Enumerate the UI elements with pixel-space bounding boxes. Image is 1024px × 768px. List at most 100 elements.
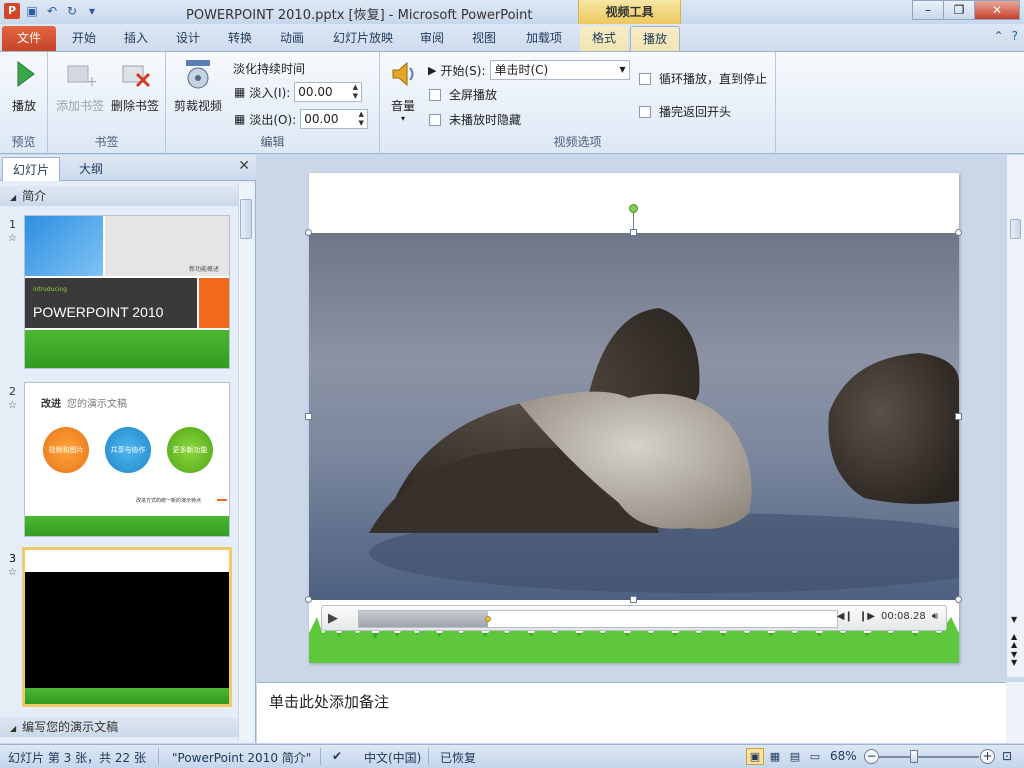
remove-bookmark-button[interactable]: 删除书签 [108,58,162,114]
slide1-heading: POWERPOINT 2010 [33,304,164,320]
section-header-write[interactable]: ◢ 编写您的演示文稿 [0,717,238,737]
tab-slides[interactable]: 幻灯片 [2,157,60,181]
tab-home[interactable]: 开始 [62,26,106,51]
tab-view[interactable]: 视图 [462,26,506,51]
step-forward-icon[interactable]: ❙▶ [859,611,875,622]
zoom-out-icon[interactable]: − [864,749,879,764]
resize-handle[interactable] [630,596,637,603]
zoom-slider[interactable] [879,756,979,758]
tab-format[interactable]: 格式 [580,26,628,51]
slide2-grass [25,516,229,536]
trim-video-button[interactable]: 剪裁视频 [170,58,226,114]
tab-slideshow[interactable]: 幻灯片放映 [326,26,400,51]
resize-handle[interactable] [305,229,312,236]
scroll-down-icon[interactable]: ▼ [1011,615,1017,624]
editing-area-scrollbar[interactable]: ▼ ▲ ▲ ▼ ▼ [1006,155,1024,677]
slide-thumbnail-2[interactable]: 改进 您的演示文稿 视频和图片 共享与协作 更多新功能 改进方式的统一新的演示特… [24,382,230,537]
powerpoint-logo-icon[interactable]: P [4,3,20,19]
resize-handle[interactable] [305,596,312,603]
status-theme-name[interactable]: "PowerPoint 2010 简介" [172,749,311,766]
video-frame[interactable] [309,233,959,600]
spell-check-icon[interactable]: ✔ [332,749,342,763]
slideshow-view-icon[interactable]: ▭ [806,748,824,765]
resize-handle[interactable] [305,413,312,420]
zoom-in-icon[interactable]: + [980,749,995,764]
customize-qat-icon[interactable]: ▾ [84,3,100,19]
redo-icon[interactable]: ↻ [64,3,80,19]
hide-not-playing-checkbox[interactable] [429,113,441,126]
resize-handle[interactable] [955,229,962,236]
tab-transitions[interactable]: 转换 [218,26,262,51]
start-select[interactable]: 单击时(C) ▼ [489,60,630,80]
step-back-icon[interactable]: ◀❙ [837,611,853,622]
fit-to-window-icon[interactable]: ⊡ [1002,749,1012,763]
close-icon[interactable]: ✕ [238,158,250,174]
tab-file[interactable]: 文件 [2,26,56,51]
video-progress-knob[interactable] [485,616,492,622]
video-volume-icon[interactable]: 🔊︎ [932,611,938,622]
play-button[interactable]: 播放 [6,58,42,114]
fullscreen-row[interactable]: 全屏播放 [429,86,497,103]
fullscreen-checkbox[interactable] [429,88,441,101]
slide2-circle-blue: 共享与协作 [105,427,151,473]
next-slide-icon[interactable]: ▼ ▼ [1011,651,1017,667]
slide1-small-text: 新功能概述 [188,266,219,273]
loop-checkbox[interactable] [639,72,651,85]
tab-addins[interactable]: 加载项 [516,26,572,51]
reading-view-icon[interactable]: ▤ [786,748,804,765]
volume-button[interactable]: 音量 ▾ [386,58,420,123]
video-progress-track[interactable] [358,610,838,628]
spinner-arrows-icon[interactable]: ▲ ▼ [349,83,361,101]
tab-animations[interactable]: 动画 [270,26,314,51]
fullscreen-label: 全屏播放 [449,88,498,102]
section-header-intro[interactable]: ◢ 简介 [0,186,238,206]
fade-out-spinner[interactable]: 00.00 ▲ ▼ [300,109,369,129]
restore-button[interactable]: ❐ [943,0,975,20]
video-play-icon[interactable]: ▶ [328,611,338,626]
save-icon[interactable]: ▣ [24,3,40,19]
tab-playback[interactable]: 播放 [630,26,680,51]
status-language[interactable]: 中文(中国) [364,749,421,766]
slides-panel-scrollbar[interactable] [238,183,253,741]
rewind-row[interactable]: 播完返回开头 [639,103,731,120]
tab-outline[interactable]: 大纲 [62,157,120,181]
minimize-button[interactable]: – [912,0,944,20]
normal-view-icon[interactable]: ▣ [746,748,764,765]
slide-sorter-view-icon[interactable]: ▦ [766,748,784,765]
help-icon[interactable]: ? [1012,29,1018,43]
start-label: 开始(S): [440,63,486,78]
rewind-checkbox[interactable] [639,105,651,118]
hide-not-playing-label: 未播放时隐藏 [449,113,522,127]
notes-scrollbar[interactable] [1006,682,1024,743]
collapse-triangle-icon: ◢ [10,724,17,733]
fade-in-spinner[interactable]: 00.00 ▲ ▼ [294,82,363,102]
hide-not-playing-row[interactable]: 未播放时隐藏 [429,111,521,128]
tab-review[interactable]: 审阅 [410,26,454,51]
tab-insert[interactable]: 插入 [114,26,158,51]
zoom-level[interactable]: 68% [830,749,857,763]
notes-pane[interactable]: 单击此处添加备注 [257,682,1006,743]
scrollbar-thumb[interactable] [240,199,252,239]
add-bookmark-button[interactable]: + 添加书签 [54,58,106,114]
remove-bookmark-label: 删除书签 [110,99,159,113]
loop-row[interactable]: 循环播放，直到停止 [639,70,767,87]
resize-handle[interactable] [630,229,637,236]
tab-design[interactable]: 设计 [166,26,210,51]
resize-handle[interactable] [955,596,962,603]
notes-placeholder[interactable]: 单击此处添加备注 [269,691,389,712]
zoom-slider-knob[interactable] [910,750,918,763]
fade-in-label: 淡入(I): [249,85,291,100]
minimize-ribbon-icon[interactable]: ⌃ [994,29,1004,43]
rotation-handle[interactable] [629,204,638,213]
slide2-orange-mark [217,499,227,501]
previous-slide-icon[interactable]: ▲ ▲ [1011,633,1017,649]
close-button[interactable]: ✕ [974,0,1020,20]
group-preview: 播放 预览 [0,52,48,153]
slide-thumbnail-1[interactable]: 新功能概述 introducing POWERPOINT 2010 [24,215,230,369]
undo-icon[interactable]: ↶ [44,3,60,19]
resize-handle[interactable] [955,413,962,420]
spinner-arrows-icon[interactable]: ▲ ▼ [355,110,367,128]
slide-thumbnail-3[interactable] [22,547,232,707]
scrollbar-thumb[interactable] [1010,219,1021,239]
fade-in-row: ▦ 淡入(I): 00.00 ▲ ▼ [234,82,363,102]
